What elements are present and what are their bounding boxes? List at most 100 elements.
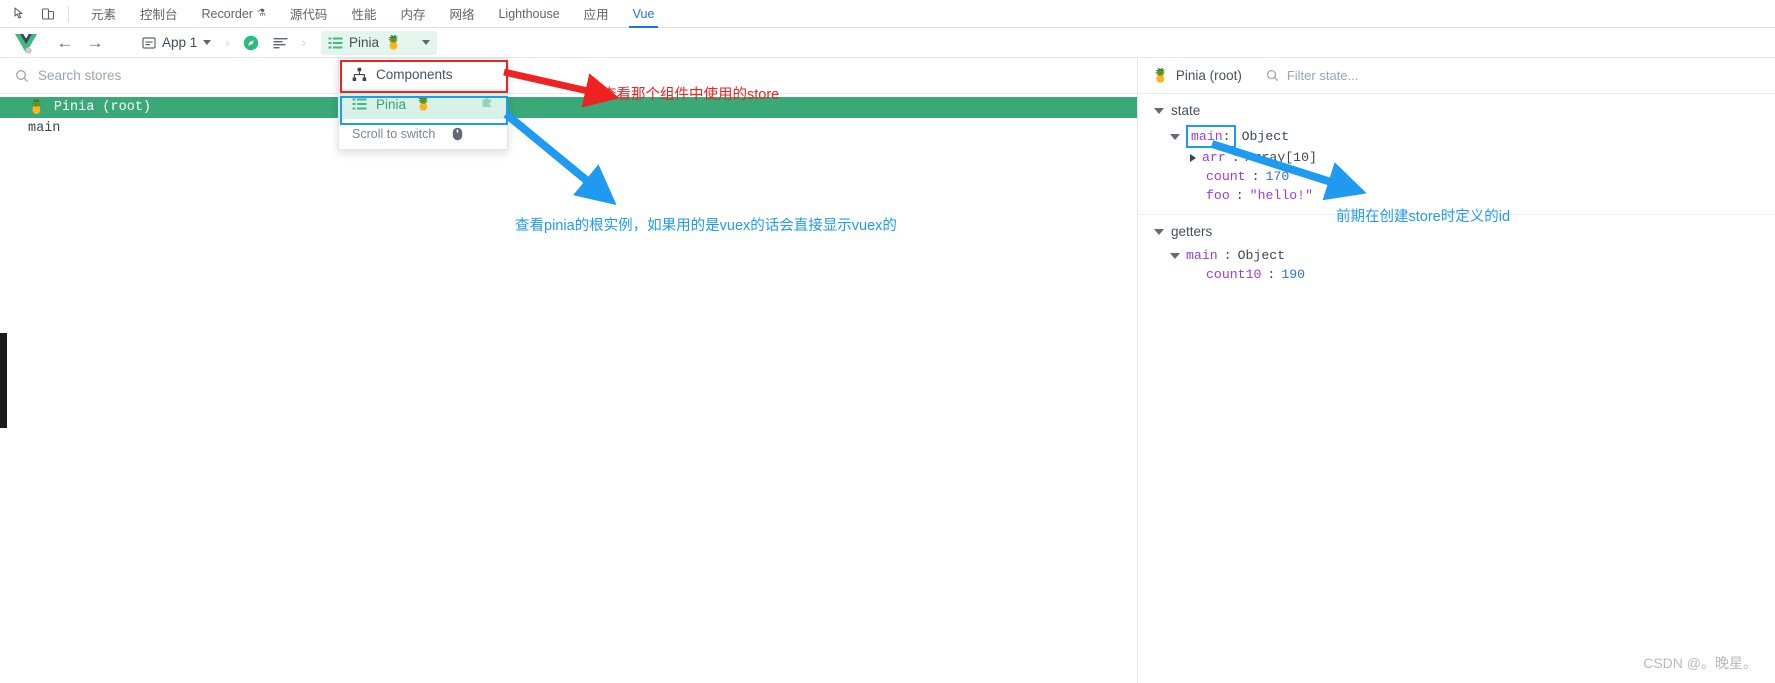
pineapple-icon: 🍍 [385,34,402,50]
device-toolbar-icon[interactable] [38,4,58,24]
tab-application[interactable]: 应用 [572,0,621,28]
state-panel-header: 🍍 Pinia (root) Filter state... [1138,58,1775,94]
tab-label: Lighthouse [498,6,560,21]
tab-vue[interactable]: Vue [621,0,667,28]
page-title: Pinia (root) [1175,68,1242,83]
section-getters: getters main: Object count10: 190 [1138,215,1775,293]
tab-label: 网络 [449,8,475,22]
inspect-element-icon[interactable] [10,4,30,24]
node-key: main [1191,129,1223,144]
node-key: foo [1206,188,1230,203]
store-item-pinia-root[interactable]: 🍍 Pinia (root) [0,97,1137,118]
search-icon [1266,69,1279,82]
section-state: state main: Object arr: Array[10] count:… [1138,94,1775,215]
breadcrumb-separator: › [225,35,230,50]
devtools-tool-icons [0,4,58,24]
devtools-tab-bar: 元素 控制台 Recorder ⚗ 源代码 性能 内存 网络 Lighthous… [0,0,1775,28]
dropdown-footer-label: Scroll to switch [352,127,436,141]
tab-performance[interactable]: 性能 [339,0,388,28]
search-stores-row[interactable]: Search stores [0,58,1137,94]
app-window-icon [141,35,156,50]
tab-label: Recorder [201,6,253,21]
toolbar-divider [68,5,69,22]
timeline-icon [273,35,288,50]
watermark: CSDN @。晚星。 [1643,655,1757,671]
stores-panel: Search stores 🍍 Pinia (root) main [0,58,1138,683]
tab-label: 应用 [583,8,609,22]
mouse-icon [450,127,465,142]
state-panel-title: 🍍 Pinia (root) [1152,68,1242,84]
back-arrow-icon: ← [56,32,74,52]
state-node-count[interactable]: count: 170 [1154,167,1775,186]
tab-label: 元素 [91,8,117,22]
node-key: arr [1202,150,1226,165]
chevron-down-icon[interactable] [1170,133,1180,140]
forward-button[interactable]: → [82,32,108,54]
annotation-highlight-components [340,60,508,93]
section-label: state [1171,103,1201,118]
node-key: main [1186,248,1218,263]
chevron-down-icon[interactable] [1154,228,1164,235]
tab-label: Vue [632,6,655,21]
breadcrumb-separator-2: › [301,35,306,50]
section-state-header[interactable]: state [1154,103,1775,118]
node-value: Object [1241,129,1290,144]
tab-network[interactable]: 网络 [437,0,486,28]
timeline-button[interactable] [266,31,295,55]
state-node-foo[interactable]: foo: "hello!" [1154,186,1775,205]
node-key: count10 [1206,267,1262,282]
chevron-right-icon[interactable] [1190,153,1196,162]
tab-label: 内存 [400,8,426,22]
node-value: Object [1237,248,1286,263]
state-node-arr[interactable]: arr: Array[10] [1154,148,1775,167]
tab-elements[interactable]: 元素 [79,0,128,28]
vue-logo [14,33,38,54]
pineapple-icon: 🍍 [28,101,45,116]
app-selector[interactable]: App 1 [134,31,218,55]
node-value: 170 [1265,169,1290,184]
app-selector-label: App 1 [162,35,198,50]
tab-label: 性能 [351,8,377,22]
compass-button[interactable] [237,31,266,55]
store-item-main[interactable]: main [0,118,1137,139]
tab-label: 源代码 [289,8,328,22]
screenshot-root: 元素 控制台 Recorder ⚗ 源代码 性能 内存 网络 Lighthous… [0,0,1775,683]
chevron-down-icon [203,40,212,45]
tab-sources[interactable]: 源代码 [278,0,340,28]
section-label: getters [1171,224,1213,239]
getters-node-count10[interactable]: count10: 190 [1154,265,1775,284]
chevron-down-icon[interactable] [421,40,430,45]
getters-node-main[interactable]: main: Object [1154,246,1775,265]
tab-label: 控制台 [140,8,178,22]
chevron-down-icon[interactable] [1154,107,1164,114]
state-key-highlight: main: [1186,125,1236,148]
back-button[interactable]: ← [52,32,78,54]
annotation-highlight-pinia [340,96,508,125]
search-input[interactable]: Search stores [38,68,121,83]
plugin-selector-pinia[interactable]: Pinia 🍍 [320,30,437,55]
section-getters-header[interactable]: getters [1154,224,1775,239]
forward-arrow-icon: → [86,32,104,52]
panel-scrollbar[interactable] [0,333,7,428]
store-item-label: Pinia (root) [53,100,152,115]
compass-icon [243,35,259,50]
tab-lighthouse[interactable]: Lighthouse [486,0,571,28]
experiment-icon: ⚗ [256,8,266,19]
chevron-down-icon[interactable] [1170,252,1180,259]
plugin-label: Pinia [348,35,379,50]
tab-memory[interactable]: 内存 [388,0,437,28]
devtools-tabs: 元素 控制台 Recorder ⚗ 源代码 性能 内存 网络 Lighthous… [79,0,666,28]
filter-state-input[interactable]: Filter state... [1287,68,1359,83]
list-icon [328,35,343,50]
tab-recorder[interactable]: Recorder ⚗ [190,0,278,28]
tab-console[interactable]: 控制台 [128,0,190,28]
pineapple-icon: 🍍 [1152,67,1169,83]
node-value: "hello!" [1249,188,1313,203]
store-item-label: main [28,121,61,136]
search-icon [15,69,29,83]
filter-state-row[interactable]: Filter state... [1266,68,1359,83]
vue-devtools-toolbar: ← → App 1 › › Pinia 🍍 [0,28,1775,58]
state-node-main[interactable]: main: Object [1154,125,1775,148]
node-value: Array[10] [1245,150,1317,165]
node-key: count [1206,169,1246,184]
